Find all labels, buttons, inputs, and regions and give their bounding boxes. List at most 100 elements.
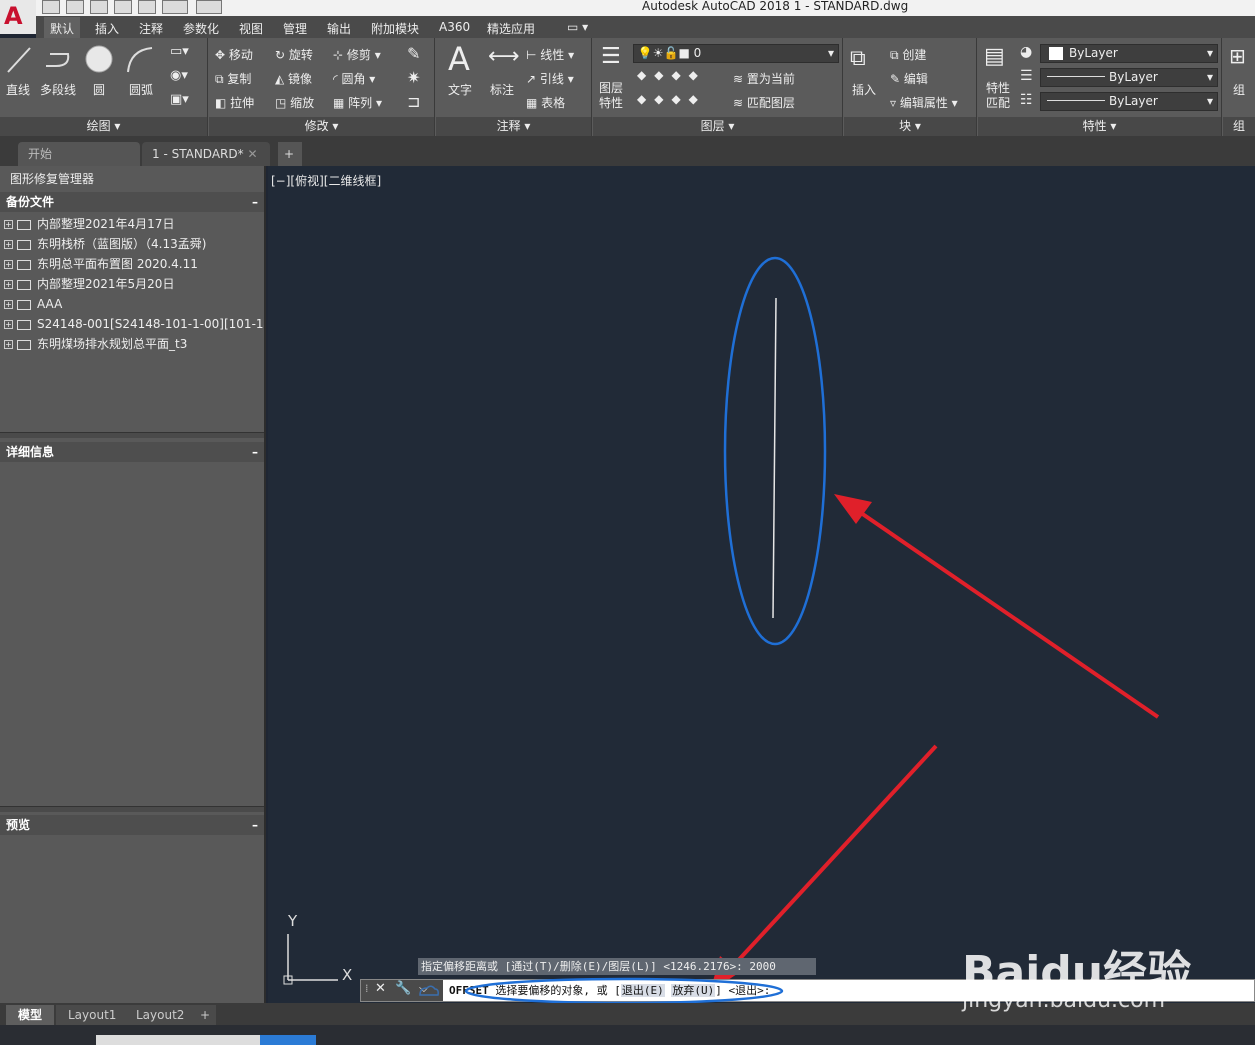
redo-icon[interactable]	[196, 0, 222, 14]
backup-file-item[interactable]: + 内部整理2021年5月20日	[4, 274, 264, 294]
create-block-button[interactable]: ⧉ 创建	[890, 46, 926, 63]
app-menu-button[interactable]: A	[0, 0, 36, 34]
taskbar-item[interactable]	[96, 1035, 260, 1045]
match-layer-button[interactable]: ≋ 匹配图层	[733, 94, 795, 111]
line-icon[interactable]	[6, 46, 32, 74]
tab-a360[interactable]: A360	[439, 20, 470, 34]
region-icon[interactable]: ▣▾	[170, 92, 189, 107]
layers-panel-title[interactable]: 图层 ▾	[593, 117, 842, 136]
expand-icon[interactable]: +	[4, 260, 13, 269]
layer-tool-icons-row2[interactable]: ◆◆◆◆	[637, 92, 706, 106]
hatch-icon[interactable]: ◉▾	[170, 68, 188, 83]
ribbon-options-icon[interactable]: ▭ ▾	[567, 20, 588, 34]
circle-icon[interactable]	[84, 44, 114, 74]
tab-active-drawing[interactable]: 1 - STANDARD* ✕	[142, 142, 270, 166]
linetype-icon[interactable]: ☰	[1020, 68, 1033, 84]
lineweight-dropdown[interactable]: ByLayer ▾	[1040, 92, 1218, 111]
print-icon[interactable]	[138, 0, 156, 14]
expand-icon[interactable]: +	[4, 240, 13, 249]
collapse-icon[interactable]: –	[252, 442, 258, 462]
expand-icon[interactable]: +	[4, 300, 13, 309]
modify-panel-title[interactable]: 修改 ▾	[209, 117, 434, 136]
linear-dim-button[interactable]: ⊢ 线性 ▾	[526, 46, 574, 63]
layer-tool-icons-row1[interactable]: ◆◆◆◆	[637, 68, 706, 82]
tab-start[interactable]: 开始	[18, 142, 140, 166]
mirror-button[interactable]: ◭ 镜像	[275, 70, 312, 87]
trim-button[interactable]: ⊹ 修剪 ▾	[333, 46, 381, 63]
new-tab-button[interactable]: +	[278, 142, 302, 166]
tab-addins[interactable]: 附加模块	[371, 20, 419, 37]
taskbar-item[interactable]	[260, 1035, 316, 1045]
fillet-button[interactable]: ◜ 圆角 ▾	[333, 70, 375, 87]
leader-button[interactable]: ↗ 引线 ▾	[526, 70, 574, 87]
color-wheel-icon[interactable]: ◕	[1020, 44, 1032, 60]
move-button[interactable]: ✥ 移动	[215, 46, 253, 63]
wrench-icon[interactable]: 🔧	[395, 981, 411, 996]
splitter-handle[interactable]	[0, 432, 264, 438]
explode-icon[interactable]: ✷	[407, 68, 420, 87]
collapse-icon[interactable]: –	[252, 192, 258, 212]
draw-panel-title[interactable]: 绘图 ▾	[0, 117, 207, 136]
details-header[interactable]: 详细信息 –	[0, 442, 264, 462]
group-panel-title[interactable]: 组	[1223, 117, 1255, 136]
table-button[interactable]: ▦ 表格	[526, 94, 565, 111]
erase-icon[interactable]: ✎	[407, 44, 420, 63]
expand-icon[interactable]: +	[4, 280, 13, 289]
insert-block-icon[interactable]: ⧉	[850, 46, 866, 71]
set-current-button[interactable]: ≋ 置为当前	[733, 70, 795, 87]
layer-dropdown[interactable]: 💡☀🔓■ 0 ▾	[633, 44, 839, 63]
lineweight-icon[interactable]: ☷	[1020, 92, 1033, 108]
close-icon[interactable]: ✕	[375, 981, 386, 996]
tab-view[interactable]: 视图	[239, 20, 263, 37]
properties-panel-title[interactable]: 特性 ▾	[978, 117, 1221, 136]
add-layout-button[interactable]: +	[194, 1005, 217, 1025]
expand-icon[interactable]: +	[4, 340, 13, 349]
polyline-icon[interactable]	[44, 46, 74, 74]
annotation-panel-title[interactable]: 注释 ▾	[436, 117, 591, 136]
new-file-icon[interactable]	[42, 0, 60, 14]
drag-handle-icon[interactable]: ⁞	[365, 982, 369, 995]
dimension-icon[interactable]: ⟷	[488, 44, 520, 69]
backup-file-item[interactable]: + 内部整理2021年4月17日	[4, 214, 264, 234]
offset-source-line[interactable]	[772, 297, 777, 619]
expand-icon[interactable]: +	[4, 220, 13, 229]
undo-icon[interactable]	[162, 0, 188, 14]
match-properties-icon[interactable]: ▤	[984, 44, 1005, 69]
backup-file-item[interactable]: + 东明栈桥（蓝图版）（4.13孟舜)	[4, 234, 264, 254]
drawing-viewport[interactable]: [−][俯视][二维线框] Y X	[268, 166, 1255, 1003]
edit-attributes-button[interactable]: ▿ 编辑属性 ▾	[890, 94, 958, 111]
backup-file-item[interactable]: + 东明总平面布置图 2020.4.11	[4, 254, 264, 274]
tab-output[interactable]: 输出	[327, 20, 351, 37]
layer-properties-icon[interactable]: ☰	[601, 44, 621, 69]
open-file-icon[interactable]	[66, 0, 84, 14]
tab-featured-apps[interactable]: 精选应用	[487, 20, 535, 37]
text-icon[interactable]: A	[448, 40, 470, 78]
tab-model[interactable]: 模型	[6, 1005, 55, 1025]
expand-icon[interactable]: +	[4, 320, 13, 329]
backup-file-item[interactable]: + S24148-001[S24148-101-1-00][101-1机	[4, 314, 264, 334]
tab-manage[interactable]: 管理	[283, 20, 307, 37]
color-dropdown[interactable]: ByLayer ▾	[1040, 44, 1218, 63]
linetype-dropdown[interactable]: ByLayer ▾	[1040, 68, 1218, 87]
tab-default[interactable]: 默认	[44, 17, 81, 38]
preview-header[interactable]: 预览 –	[0, 815, 264, 835]
backup-file-item[interactable]: + AAA	[4, 294, 264, 314]
backup-file-item[interactable]: + 东明煤场排水规划总平面_t3	[4, 334, 264, 354]
backup-files-header[interactable]: 备份文件 –	[0, 192, 264, 212]
arc-icon[interactable]	[126, 46, 156, 74]
tab-insert[interactable]: 插入	[95, 20, 119, 37]
group-icon[interactable]: ⊞	[1229, 44, 1246, 68]
rectangle-icon[interactable]: ▭▾	[170, 44, 189, 59]
block-panel-title[interactable]: 块 ▾	[844, 117, 976, 136]
save-as-icon[interactable]	[114, 0, 132, 14]
offset-icon[interactable]: ⊐	[407, 92, 420, 111]
collapse-icon[interactable]: –	[252, 815, 258, 835]
array-button[interactable]: ▦ 阵列 ▾	[333, 94, 382, 111]
splitter-handle[interactable]	[0, 806, 264, 812]
tab-layout2[interactable]: Layout2	[124, 1005, 197, 1025]
copy-button[interactable]: ⧉ 复制	[215, 70, 251, 87]
tab-layout1[interactable]: Layout1	[56, 1005, 129, 1025]
command-prompt-icon[interactable]	[417, 983, 441, 999]
edit-block-button[interactable]: ✎ 编辑	[890, 70, 928, 87]
tab-parametric[interactable]: 参数化	[183, 20, 219, 37]
